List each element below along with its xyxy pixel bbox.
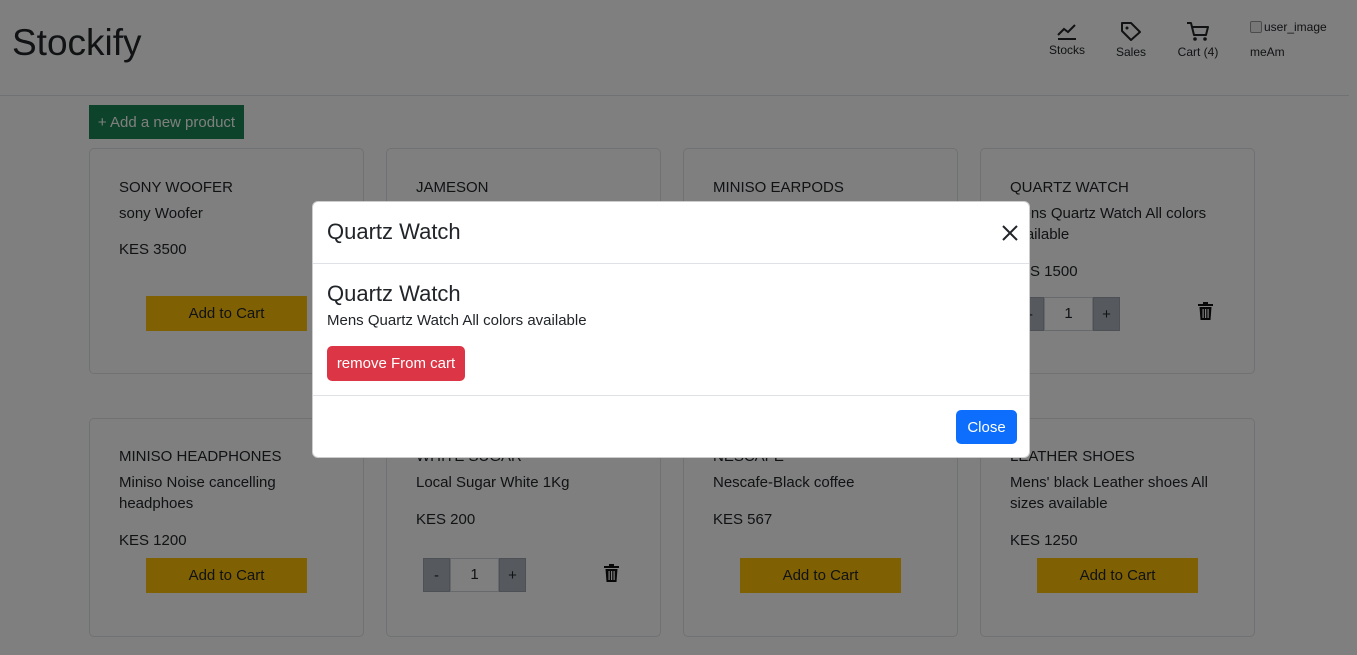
close-icon[interactable] bbox=[999, 222, 1021, 244]
modal-header: Quartz Watch bbox=[313, 202, 1029, 264]
product-modal: Quartz Watch Quartz Watch Mens Quartz Wa… bbox=[312, 201, 1030, 458]
remove-from-cart-button[interactable]: remove From cart bbox=[327, 346, 465, 381]
modal-footer-divider bbox=[313, 395, 1029, 396]
modal-product-description: Mens Quartz Watch All colors available bbox=[327, 312, 587, 329]
close-button[interactable]: Close bbox=[956, 410, 1017, 444]
modal-product-name: Quartz Watch bbox=[327, 281, 461, 306]
modal-title: Quartz Watch bbox=[327, 219, 461, 244]
